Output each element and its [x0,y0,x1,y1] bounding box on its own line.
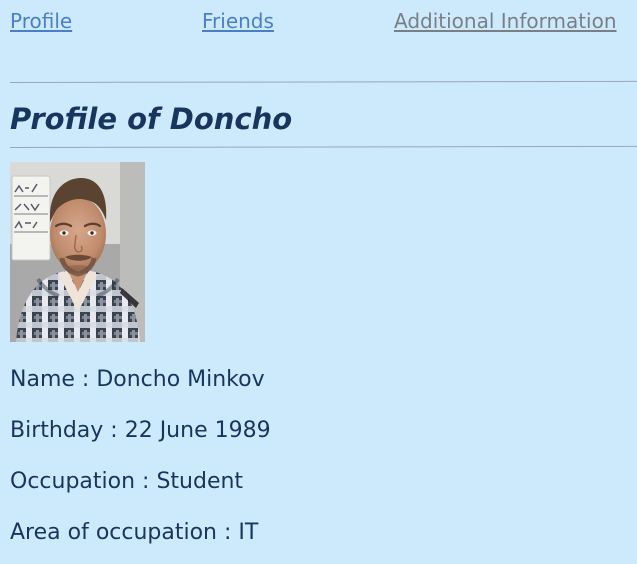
profile-field-occupation-value: Student [156,469,244,494]
nav-link-friends[interactable]: Friends [202,9,274,33]
profile-field-birthday: Birthday : 22 June 1989 [10,417,271,445]
profile-field-name-separator: : [74,367,97,392]
profile-photo-image [10,162,145,342]
profile-field-area-of-occupation-separator: : [217,520,239,545]
profile-field-occupation-label: Occupation [10,469,136,494]
profile-field-birthday-value: 22 June 1989 [124,418,271,443]
profile-field-name-label: Name [10,367,75,392]
top-navigation: Profile Friends Additional Information [0,0,637,40]
profile-field-name-value: Doncho Minkov [96,367,265,392]
profile-field-birthday-separator: : [103,418,125,443]
page-title: Profile of Doncho [10,102,293,136]
profile-field-name: Name : Doncho Minkov [10,366,265,394]
nav-link-additional-information[interactable]: Additional Information [394,9,617,33]
profile-field-area-of-occupation: Area of occupation : IT [10,519,258,547]
profile-field-occupation-separator: : [135,469,157,494]
profile-field-area-of-occupation-label: Area of occupation [10,520,218,545]
title-divider-bottom [9,145,637,148]
title-divider-top [9,80,637,83]
profile-field-birthday-label: Birthday [10,418,104,443]
profile-field-occupation: Occupation : Student [10,468,243,496]
nav-link-profile[interactable]: Profile [10,9,72,33]
profile-field-area-of-occupation-value: IT [238,520,259,545]
profile-photo [10,162,145,342]
